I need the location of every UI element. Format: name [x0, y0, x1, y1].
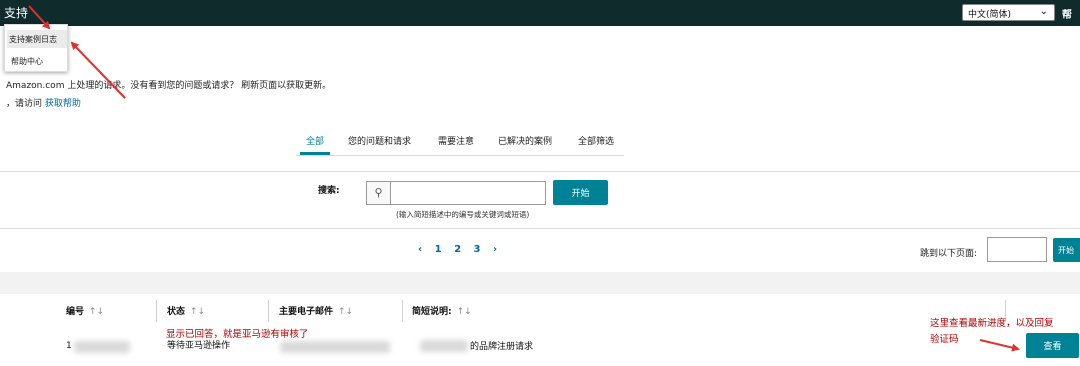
- annotation-arrow: [28, 5, 51, 30]
- annotation-arrow: [70, 41, 126, 99]
- annotation-arrows: [28, 5, 1020, 352]
- annotation-arrow: [979, 339, 1020, 352]
